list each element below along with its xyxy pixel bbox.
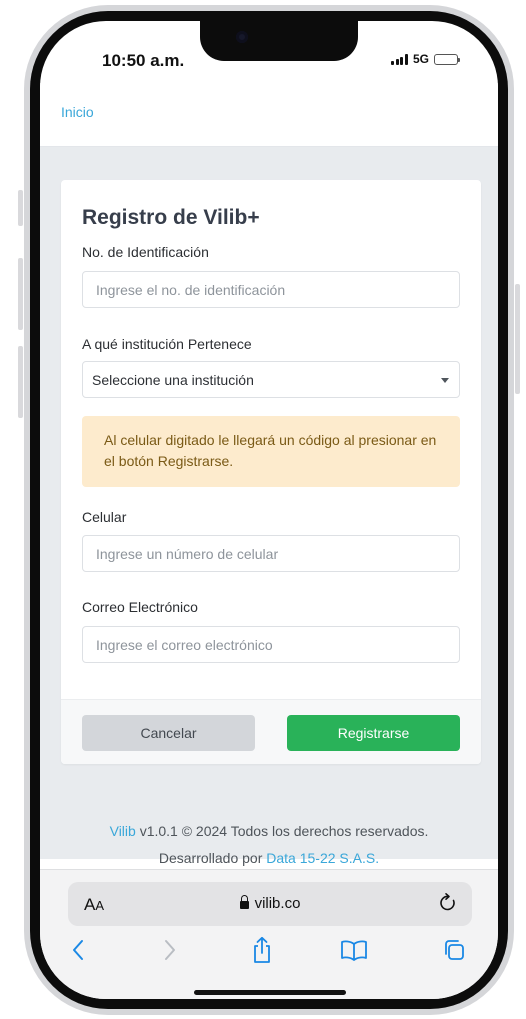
reload-icon[interactable]: [438, 892, 458, 920]
phone-input[interactable]: Ingrese un número de celular: [82, 535, 460, 572]
registration-card: Registro de Vilib+ No. de Identificación…: [61, 180, 481, 764]
status-time: 10:50 a.m.: [102, 51, 185, 70]
email-label: Correo Electrónico: [82, 599, 198, 615]
url-text: vilib.co: [254, 895, 301, 912]
id-input[interactable]: Ingrese el no. de identificación: [82, 271, 460, 308]
home-link[interactable]: Inicio: [61, 104, 94, 120]
chevron-left-icon[interactable]: [60, 933, 96, 967]
brand-link[interactable]: Vilib: [110, 823, 136, 839]
volume-up-button: [18, 258, 23, 330]
book-icon[interactable]: [336, 933, 372, 967]
caret-down-icon: [441, 378, 449, 383]
page-title: Registro de Vilib+: [82, 206, 260, 229]
nav-bar: Inicio: [40, 83, 498, 147]
cancel-button[interactable]: Cancelar: [82, 715, 255, 751]
address-bar[interactable]: AA vilib.co: [68, 882, 472, 926]
phone-placeholder: Ingrese un número de celular: [96, 545, 279, 562]
status-indicators: 5G: [391, 52, 460, 66]
url-display[interactable]: vilib.co: [68, 895, 472, 912]
info-alert: Al celular digitado le llegará un código…: [82, 416, 460, 487]
institution-label: A qué institución Pertenece: [82, 336, 252, 352]
mute-switch: [18, 190, 23, 226]
camera-icon: [236, 31, 248, 43]
power-button: [515, 284, 520, 394]
register-button[interactable]: Registrarse: [287, 715, 460, 751]
tabs-icon[interactable]: [436, 933, 472, 967]
chevron-right-icon[interactable]: [152, 933, 188, 967]
institution-selected-value: Seleccione una institución: [92, 371, 254, 388]
email-placeholder: Ingrese el correo electrónico: [96, 636, 273, 653]
phone-label: Celular: [82, 509, 127, 525]
battery-icon: [434, 53, 460, 65]
home-indicator: [194, 990, 346, 995]
signal-icon: [391, 53, 408, 65]
email-input[interactable]: Ingrese el correo electrónico: [82, 626, 460, 663]
share-icon[interactable]: [244, 933, 280, 967]
institution-select[interactable]: Seleccione una institución: [82, 361, 460, 398]
copyright-text: v1.0.1 © 2024 Todos los derechos reserva…: [135, 823, 429, 839]
network-type: 5G: [412, 52, 429, 66]
id-placeholder: Ingrese el no. de identificación: [96, 281, 286, 298]
developed-by-text: Desarrollado por: [158, 850, 267, 866]
notch: [200, 21, 358, 61]
developer-link[interactable]: Data 15-22 S.A.S.: [266, 850, 379, 866]
copyright-line: Vilib v1.0.1 © 2024 Todos los derechos r…: [40, 823, 498, 839]
lock-icon: [239, 895, 249, 909]
id-label: No. de Identificación: [82, 244, 209, 260]
phone-screen: 10:50 a.m. 5G Inicio Registro de Vilib+ …: [40, 21, 498, 999]
card-footer: Cancelar Registrarse: [61, 699, 481, 764]
volume-down-button: [18, 346, 23, 418]
alert-text: Al celular digitado le llegará un código…: [104, 432, 437, 469]
developer-line: Desarrollado por Data 15-22 S.A.S.: [40, 850, 498, 866]
browser-toolbar: AA vilib.co: [40, 869, 498, 999]
